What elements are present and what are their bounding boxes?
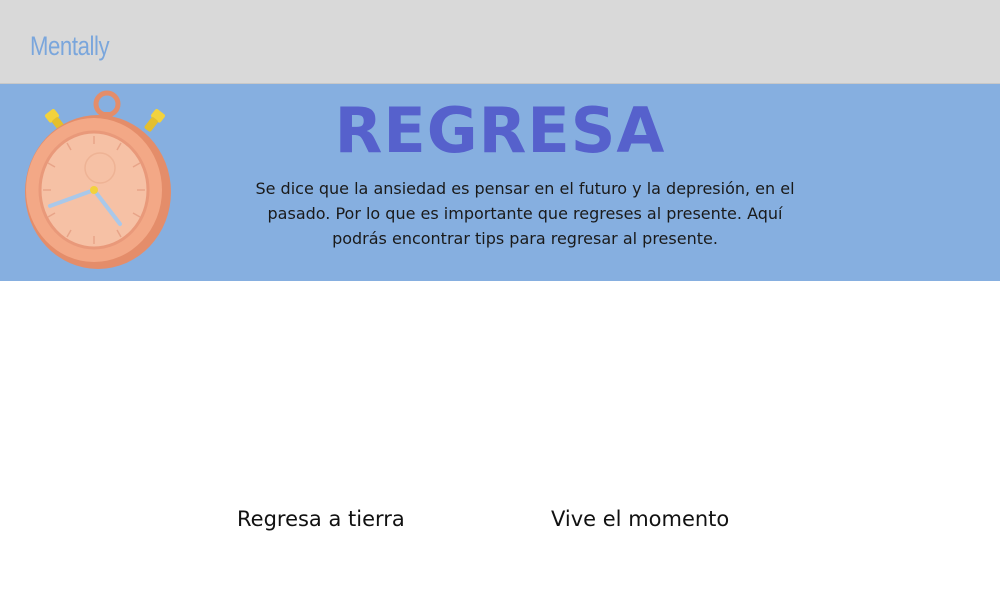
brand-logo[interactable]: Mentally — [30, 31, 110, 62]
hero-description: Se dice que la ansiedad es pensar en el … — [255, 179, 795, 248]
tip-link-vive-el-momento[interactable]: Vive el momento — [551, 507, 729, 531]
top-header: Mentally — [0, 0, 1000, 83]
page-title: REGRESA — [334, 94, 666, 167]
hero-banner: REGRESA Se dice que la ansiedad es pensa… — [0, 84, 1000, 281]
tip-link-regresa-a-tierra[interactable]: Regresa a tierra — [237, 507, 405, 531]
